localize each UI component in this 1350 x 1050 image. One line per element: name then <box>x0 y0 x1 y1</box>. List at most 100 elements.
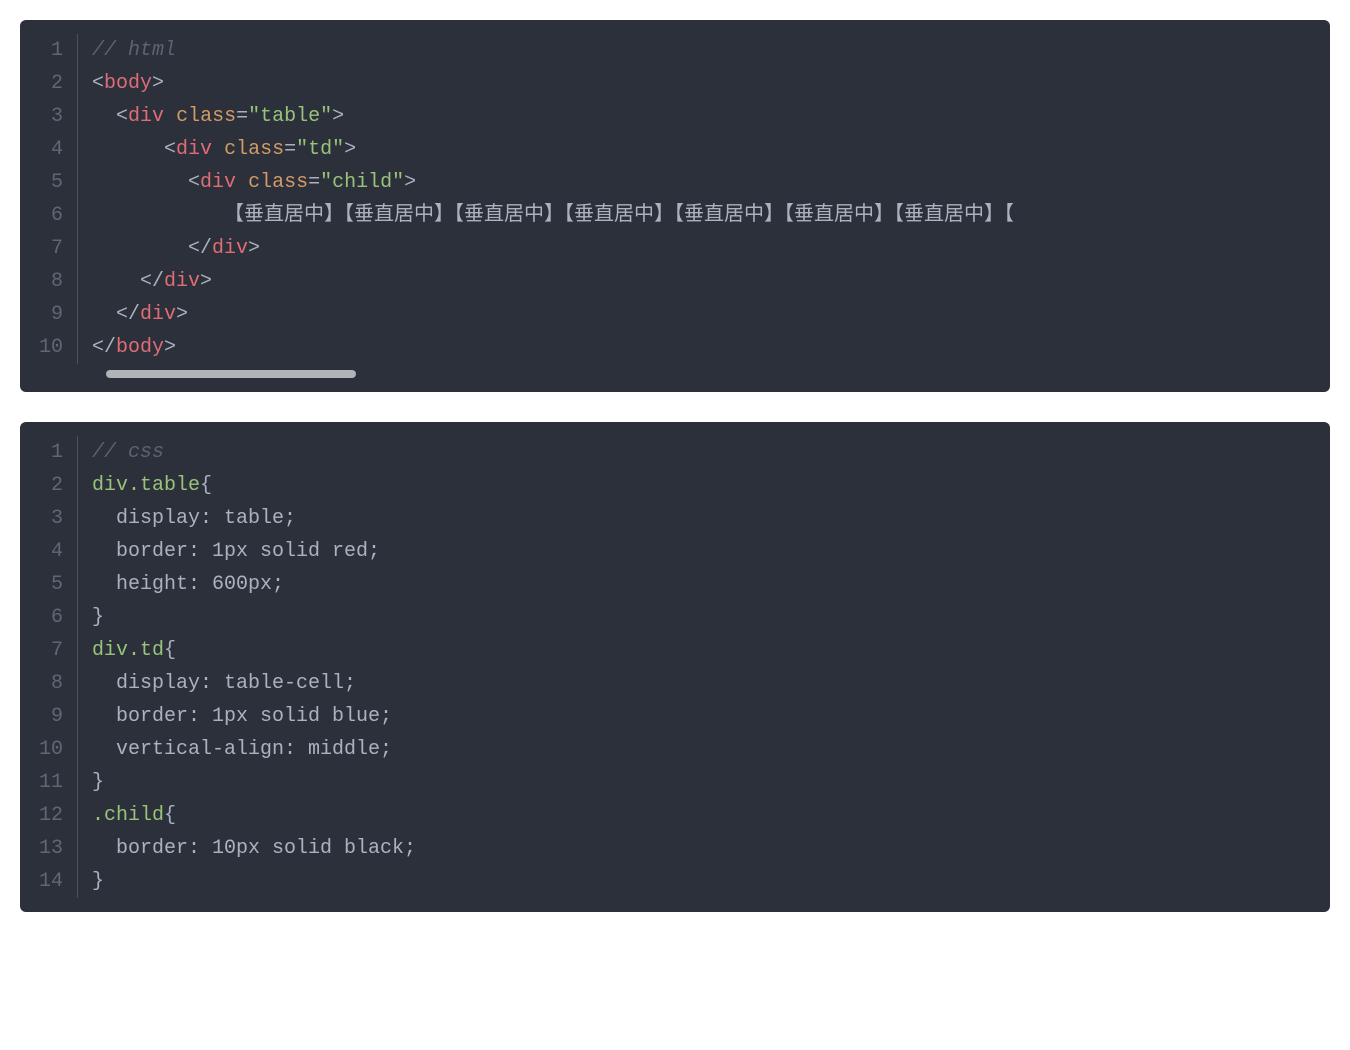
code-token <box>92 303 116 326</box>
code-token: border: 1px solid blue; <box>92 705 392 728</box>
code-line: vertical-align: middle; <box>92 733 1330 766</box>
code-token: </ <box>92 336 116 359</box>
line-number: 6 <box>34 199 63 232</box>
code-line: div.table{ <box>92 469 1330 502</box>
code-token: < <box>188 171 200 194</box>
code-area[interactable]: // cssdiv.table{ display: table; border:… <box>78 436 1330 898</box>
code-line: display: table-cell; <box>92 667 1330 700</box>
code-token <box>92 171 188 194</box>
code-token: div.td <box>92 639 164 662</box>
line-number: 4 <box>34 133 63 166</box>
line-number: 14 <box>34 865 63 898</box>
code-line: height: 600px; <box>92 568 1330 601</box>
line-number: 5 <box>34 568 63 601</box>
code-token: < <box>116 105 128 128</box>
code-token: > <box>176 303 188 326</box>
line-number: 3 <box>34 100 63 133</box>
line-number: 4 <box>34 535 63 568</box>
code-token: body <box>116 336 164 359</box>
code-line: div.td{ <box>92 634 1330 667</box>
code-line: <div class="child"> <box>92 166 1330 199</box>
code-token <box>212 138 224 161</box>
code-line: </div> <box>92 232 1330 265</box>
code-token: "child" <box>320 171 404 194</box>
page-root: 12345678910// html<body> <div class="tab… <box>20 20 1330 912</box>
line-number: 1 <box>34 34 63 67</box>
code-line: <body> <box>92 67 1330 100</box>
code-line: .child{ <box>92 799 1330 832</box>
code-token <box>92 270 140 293</box>
code-line: // html <box>92 34 1330 67</box>
code-token: > <box>332 105 344 128</box>
code-line: } <box>92 865 1330 898</box>
code-token: div <box>212 237 248 260</box>
code-token: < <box>164 138 176 161</box>
code-token: = <box>308 171 320 194</box>
code-token: div <box>164 270 200 293</box>
code-token <box>92 105 116 128</box>
code-token: class <box>176 105 236 128</box>
code-line: <div class="td"> <box>92 133 1330 166</box>
code-token: </ <box>188 237 212 260</box>
line-number: 11 <box>34 766 63 799</box>
code-token: } <box>92 870 104 893</box>
code-token: > <box>164 336 176 359</box>
code-token: = <box>236 105 248 128</box>
code-token: border: 1px solid red; <box>92 540 380 563</box>
line-number: 9 <box>34 298 63 331</box>
code-line: border: 1px solid blue; <box>92 700 1330 733</box>
code-token: div <box>200 171 236 194</box>
line-number: 2 <box>34 469 63 502</box>
code-token: class <box>248 171 308 194</box>
code-token: class <box>224 138 284 161</box>
code-inner: 12345678910// html<body> <div class="tab… <box>20 34 1330 364</box>
line-number: 6 <box>34 601 63 634</box>
code-token: { <box>200 474 212 497</box>
code-line: } <box>92 766 1330 799</box>
horizontal-scrollbar-thumb[interactable] <box>106 370 356 378</box>
code-line: border: 1px solid red; <box>92 535 1330 568</box>
line-number: 13 <box>34 832 63 865</box>
code-line: </div> <box>92 298 1330 331</box>
code-token: // html <box>92 39 176 62</box>
code-token: div <box>140 303 176 326</box>
line-number-gutter: 1234567891011121314 <box>20 436 78 898</box>
code-token: display: table-cell; <box>92 672 356 695</box>
code-token: display: table; <box>92 507 296 530</box>
line-number-gutter: 12345678910 <box>20 34 78 364</box>
code-token: > <box>152 72 164 95</box>
code-line: </body> <box>92 331 1330 364</box>
code-token <box>164 105 176 128</box>
line-number: 12 <box>34 799 63 832</box>
code-token: </ <box>116 303 140 326</box>
line-number: 7 <box>34 232 63 265</box>
code-line: } <box>92 601 1330 634</box>
code-token: div <box>176 138 212 161</box>
line-number: 2 <box>34 67 63 100</box>
line-number: 8 <box>34 265 63 298</box>
code-token: height: 600px; <box>92 573 284 596</box>
code-line: </div> <box>92 265 1330 298</box>
code-token: > <box>344 138 356 161</box>
line-number: 3 <box>34 502 63 535</box>
code-token: > <box>200 270 212 293</box>
line-number: 8 <box>34 667 63 700</box>
line-number: 7 <box>34 634 63 667</box>
code-token: div.table <box>92 474 200 497</box>
code-token: "td" <box>296 138 344 161</box>
code-token: > <box>404 171 416 194</box>
code-token: // css <box>92 441 164 464</box>
css-code-block: 1234567891011121314// cssdiv.table{ disp… <box>20 422 1330 912</box>
line-number: 9 <box>34 700 63 733</box>
code-token: = <box>284 138 296 161</box>
code-area[interactable]: // html<body> <div class="table"> <div c… <box>78 34 1330 364</box>
line-number: 1 <box>34 436 63 469</box>
code-inner: 1234567891011121314// cssdiv.table{ disp… <box>20 436 1330 898</box>
code-token: "table" <box>248 105 332 128</box>
code-token: </ <box>140 270 164 293</box>
scrollbar-track[interactable] <box>20 370 1330 378</box>
code-token: > <box>248 237 260 260</box>
code-token: { <box>164 639 176 662</box>
html-code-block: 12345678910// html<body> <div class="tab… <box>20 20 1330 392</box>
code-line: 【垂直居中】【垂直居中】【垂直居中】【垂直居中】【垂直居中】【垂直居中】【垂直居… <box>92 199 1330 232</box>
